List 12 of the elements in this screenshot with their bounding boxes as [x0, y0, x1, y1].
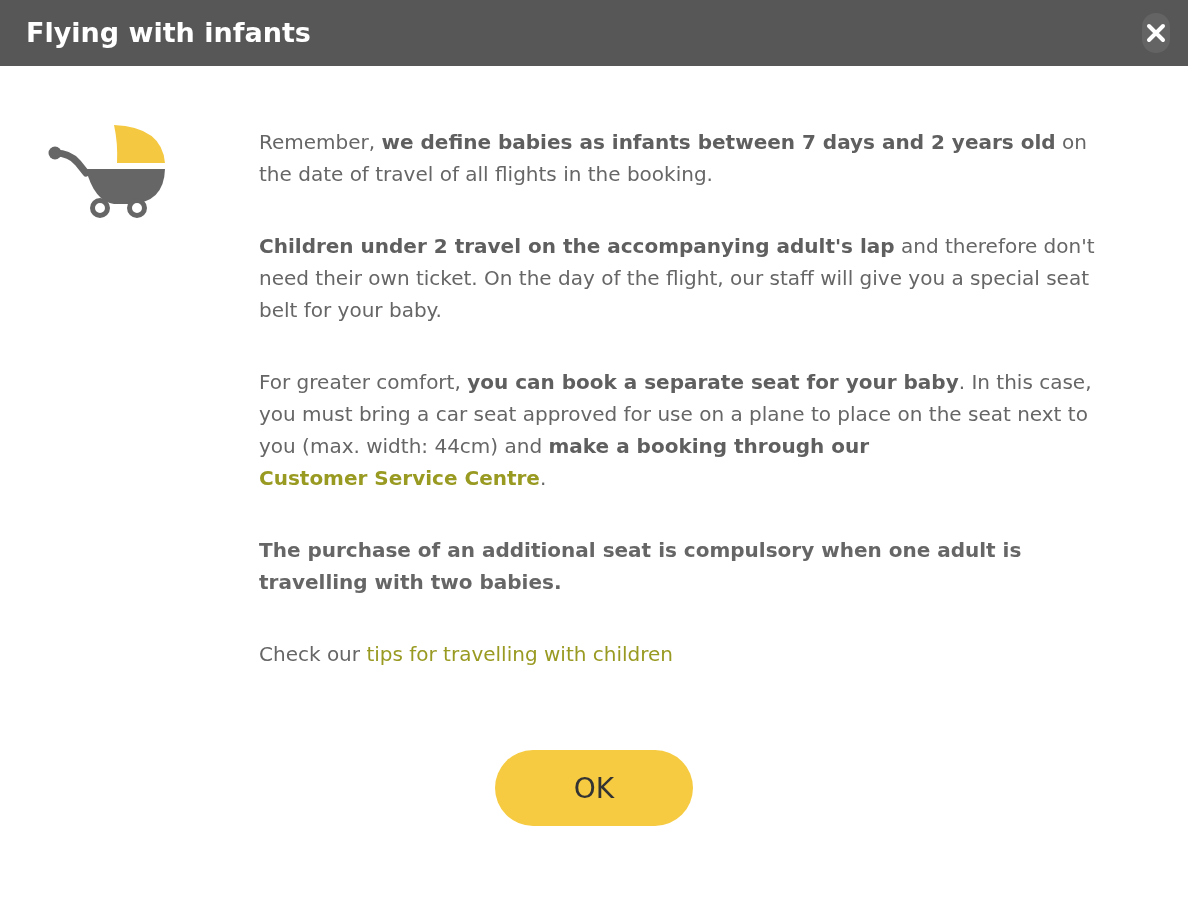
- link[interactable]: Customer Service Centre: [259, 466, 540, 490]
- baby-carriage-icon: [48, 125, 165, 218]
- paragraph: Remember, we define babies as infants between 7 days and 2 years old on the date of travel of all flights in the booking.: [259, 129, 1088, 188]
- paragraph: The purchase of an additional seat is compulsory when one adult is travelling with two babies.: [259, 537, 1023, 596]
- close-icon: [1146, 23, 1166, 43]
- paragraph: Check our tips for travelling with children: [259, 641, 674, 668]
- paragraph: For greater comfort, you can book a separate seat for your baby. In this case, you must bring a car seat approved for use on a plane to place on the seat next to you (max. width: 44cm) and make a booking through our Customer Service Centre.: [259, 369, 1093, 492]
- close-button[interactable]: [1142, 13, 1170, 53]
- paragraph: Children under 2 travel on the accompanying adult's lap and therefore don't need their own ticket. On the day of the flight, our staff will give you a special seat belt for your baby.: [259, 233, 1096, 324]
- dialog-title: Flying with infants: [26, 16, 311, 50]
- link[interactable]: tips for travelling with children: [366, 642, 673, 666]
- ok-button[interactable]: OK: [495, 750, 693, 826]
